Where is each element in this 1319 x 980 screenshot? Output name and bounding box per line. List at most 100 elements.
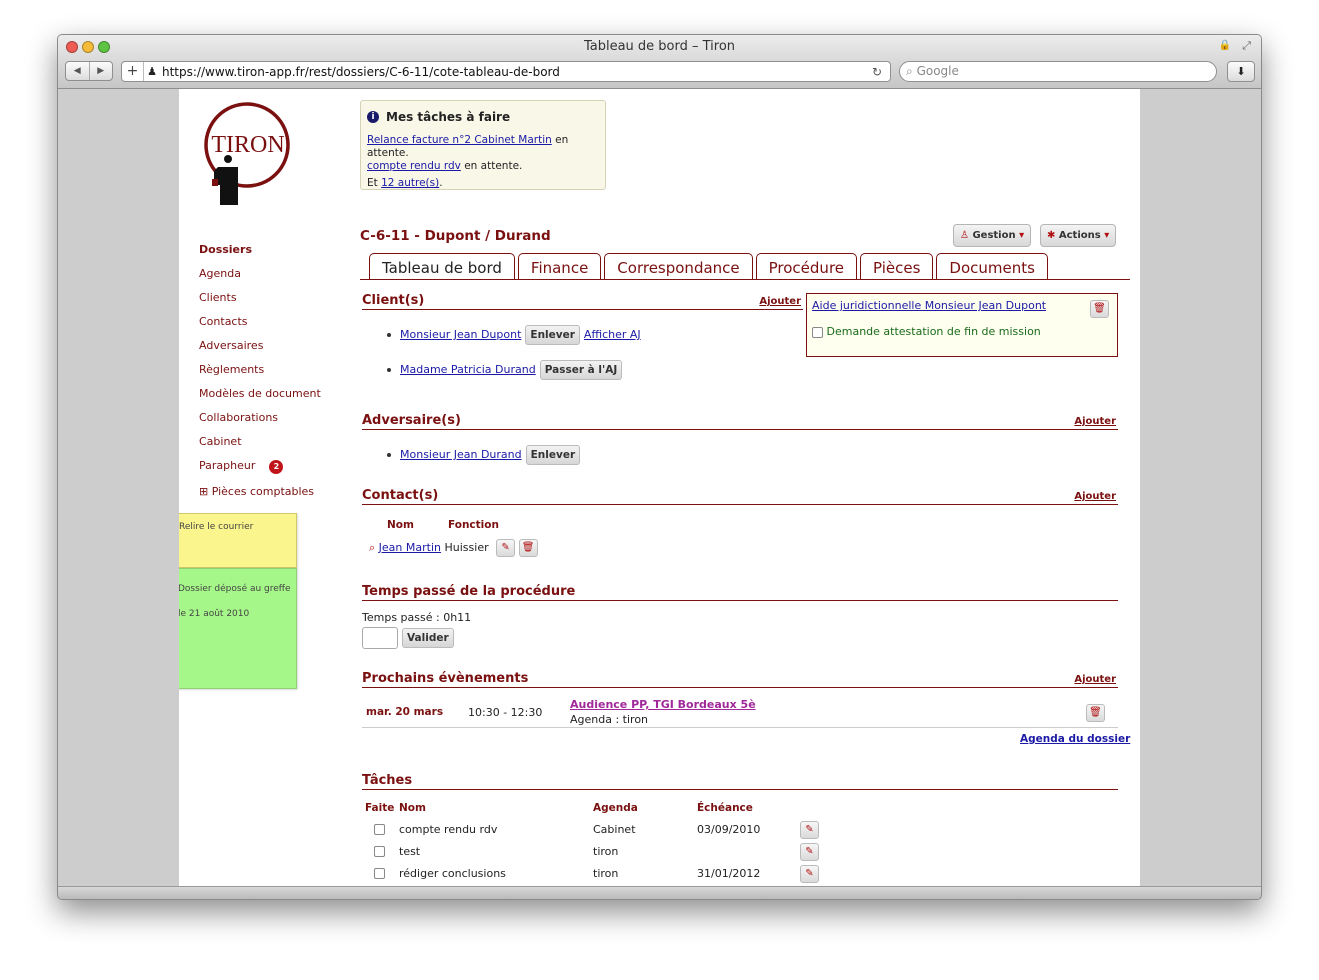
todo-more-link[interactable]: 12 autre(s) xyxy=(381,177,439,189)
forward-button[interactable]: ▶ xyxy=(90,62,113,80)
trash-icon: 🗑 xyxy=(521,542,535,553)
task-agenda: tiron xyxy=(593,867,619,880)
downloads-icon[interactable]: ⬇ xyxy=(1227,61,1255,82)
remove-adversaire-button[interactable]: Enlever xyxy=(525,445,581,465)
tab-correspondance[interactable]: Correspondance xyxy=(604,253,753,280)
section-title: Tâches xyxy=(362,773,413,788)
section-title: Prochains évènements xyxy=(362,671,529,686)
pencil-icon: ✎ xyxy=(501,542,510,553)
edit-contact-button[interactable]: ✎ xyxy=(496,539,516,557)
delete-contact-button[interactable]: 🗑 xyxy=(518,539,538,557)
pencil-icon: ✎ xyxy=(805,824,814,835)
gestion-dropdown-button[interactable]: ♙ Gestion ▾ xyxy=(953,224,1032,247)
remove-client-button[interactable]: Enlever xyxy=(525,325,580,345)
todo-item-link[interactable]: Relance facture n°2 Cabinet Martin xyxy=(367,134,552,146)
agenda-dossier-link[interactable]: Agenda du dossier xyxy=(1020,733,1130,745)
trash-icon: 🗑 xyxy=(1093,303,1106,314)
aj-link[interactable]: Aide juridictionnelle Monsieur Jean Dupo… xyxy=(812,299,1046,312)
aj-box: Aide juridictionnelle Monsieur Jean Dupo… xyxy=(806,293,1118,357)
add-client-link[interactable]: Ajouter xyxy=(759,296,801,307)
sticky-note-yellow[interactable]: Relire le courrier xyxy=(179,513,297,568)
tab-finance[interactable]: Finance xyxy=(517,253,602,280)
reload-icon[interactable]: ↻ xyxy=(872,65,890,79)
url-text[interactable]: https://www.tiron-app.fr/rest/dossiers/C… xyxy=(160,65,872,79)
add-adversaire-link[interactable]: Ajouter xyxy=(1074,416,1116,427)
title-bar: Tableau de bord – Tiron 🔒 ⤢ ◀ ▶ + ♟ https… xyxy=(58,35,1261,89)
window-title: Tableau de bord – Tiron xyxy=(583,39,736,54)
fullscreen-icon[interactable]: ⤢ xyxy=(1242,39,1251,53)
col-echeance: Échéance xyxy=(697,802,753,814)
back-button[interactable]: ◀ xyxy=(66,62,90,80)
section-title: Temps passé de la procédure xyxy=(362,584,576,599)
task-done-checkbox[interactable] xyxy=(374,824,385,835)
sticky-note-green[interactable]: Dossier déposé au greffe le 21 août 2010 xyxy=(179,568,297,689)
col-nom: Nom xyxy=(387,519,414,531)
contact-link[interactable]: Jean Martin xyxy=(379,541,441,554)
sidebar-item-adversaires[interactable]: Adversaires xyxy=(199,339,321,363)
sidebar-item-pieces-comptables[interactable]: ⊞ Pièces comptables xyxy=(199,485,321,509)
actions-label: Actions xyxy=(1058,230,1101,241)
edit-task-button[interactable]: ✎ xyxy=(800,865,819,883)
move-to-aj-button[interactable]: Passer à l'AJ xyxy=(539,360,623,380)
task-echeance: 03/09/2010 xyxy=(697,823,761,836)
tab-bar: Tableau de bord Finance Correspondance P… xyxy=(369,253,1051,280)
sidebar-item-agenda[interactable]: Agenda xyxy=(199,267,321,291)
client-link[interactable]: Monsieur Jean Dupont xyxy=(400,328,521,341)
sidebar-item-cabinet[interactable]: Cabinet xyxy=(199,435,321,459)
event-agenda: Agenda : tiron xyxy=(570,713,649,726)
task-agenda: tiron xyxy=(593,845,619,858)
validate-button[interactable]: Valider xyxy=(402,628,454,648)
events-section-header: Prochains évènements Ajouter xyxy=(362,671,1118,688)
todo-more-suffix: . xyxy=(439,177,443,189)
tab-documents[interactable]: Documents xyxy=(936,253,1048,280)
event-row: mar. 20 mars 10:30 - 12:30 Audience PP, … xyxy=(362,696,1118,728)
search-icon[interactable]: ⌕ xyxy=(369,541,375,554)
search-input[interactable]: ⌕ Google xyxy=(899,61,1217,82)
client-link[interactable]: Madame Patricia Durand xyxy=(400,363,536,376)
show-aj-link[interactable]: Afficher AJ xyxy=(584,328,641,341)
tiron-logo[interactable]: TIRON xyxy=(201,101,293,205)
todo-item-link[interactable]: compte rendu rdv xyxy=(367,160,461,172)
tab-tableau-de-bord[interactable]: Tableau de bord xyxy=(369,253,515,280)
event-link[interactable]: Audience PP, TGI Bordeaux 5è xyxy=(570,698,756,711)
browser-window: Tableau de bord – Tiron 🔒 ⤢ ◀ ▶ + ♟ https… xyxy=(57,34,1262,900)
temps-input[interactable] xyxy=(362,627,398,649)
contact-row: ⌕ Jean Martin Huissier ✎ 🗑 xyxy=(369,539,538,557)
add-contact-link[interactable]: Ajouter xyxy=(1074,491,1116,502)
task-row: compte rendu rdv Cabinet 03/09/2010 ✎ xyxy=(362,819,842,841)
sidebar-item-collaborations[interactable]: Collaborations xyxy=(199,411,321,435)
event-date: mar. 20 mars xyxy=(366,706,444,718)
task-name: test xyxy=(399,845,421,858)
actions-dropdown-button[interactable]: ✱ Actions ▾ xyxy=(1040,224,1117,247)
tab-pieces[interactable]: Pièces xyxy=(860,253,934,280)
task-done-checkbox[interactable] xyxy=(374,846,385,857)
contacts-section-header: Contact(s) Ajouter xyxy=(362,488,1118,505)
search-icon: ⌕ xyxy=(906,64,913,78)
sidebar-item-modeles[interactable]: Modèles de document xyxy=(199,387,321,411)
sidebar-item-reglements[interactable]: Règlements xyxy=(199,363,321,387)
add-bookmark-icon[interactable]: + xyxy=(122,62,144,81)
sidebar-item-parapheur[interactable]: Parapheur 2 xyxy=(199,459,321,483)
task-echeance: 31/01/2012 xyxy=(697,867,761,880)
edit-task-button[interactable]: ✎ xyxy=(800,821,819,839)
address-bar[interactable]: + ♟ https://www.tiron-app.fr/rest/dossie… xyxy=(121,61,891,82)
sidebar-item-contacts[interactable]: Contacts xyxy=(199,315,321,339)
delete-aj-button[interactable]: 🗑 xyxy=(1090,300,1109,318)
event-time: 10:30 - 12:30 xyxy=(468,706,543,719)
bullet xyxy=(387,368,391,372)
case-title: C-6-11 - Dupont / Durand xyxy=(360,228,551,244)
task-row: rédiger conclusions tiron 31/01/2012 ✎ xyxy=(362,863,842,885)
browser-content: TIRON Dossiers Agenda Clients Contacts A… xyxy=(58,89,1261,886)
adversaire-link[interactable]: Monsieur Jean Durand xyxy=(400,448,522,461)
tab-procedure[interactable]: Procédure xyxy=(755,253,858,280)
attestation-checkbox[interactable] xyxy=(812,326,823,338)
temps-form: Valider xyxy=(362,627,458,649)
task-done-checkbox[interactable] xyxy=(374,868,385,879)
sidebar-item-dossiers[interactable]: Dossiers xyxy=(199,243,321,267)
edit-task-button[interactable]: ✎ xyxy=(800,843,819,861)
delete-event-button[interactable]: 🗑 xyxy=(1086,704,1105,722)
nav-buttons: ◀ ▶ xyxy=(65,61,113,81)
client-row: Madame Patricia Durand Passer à l'AJ xyxy=(387,360,626,380)
sidebar-item-clients[interactable]: Clients xyxy=(199,291,321,315)
add-event-link[interactable]: Ajouter xyxy=(1074,674,1116,685)
